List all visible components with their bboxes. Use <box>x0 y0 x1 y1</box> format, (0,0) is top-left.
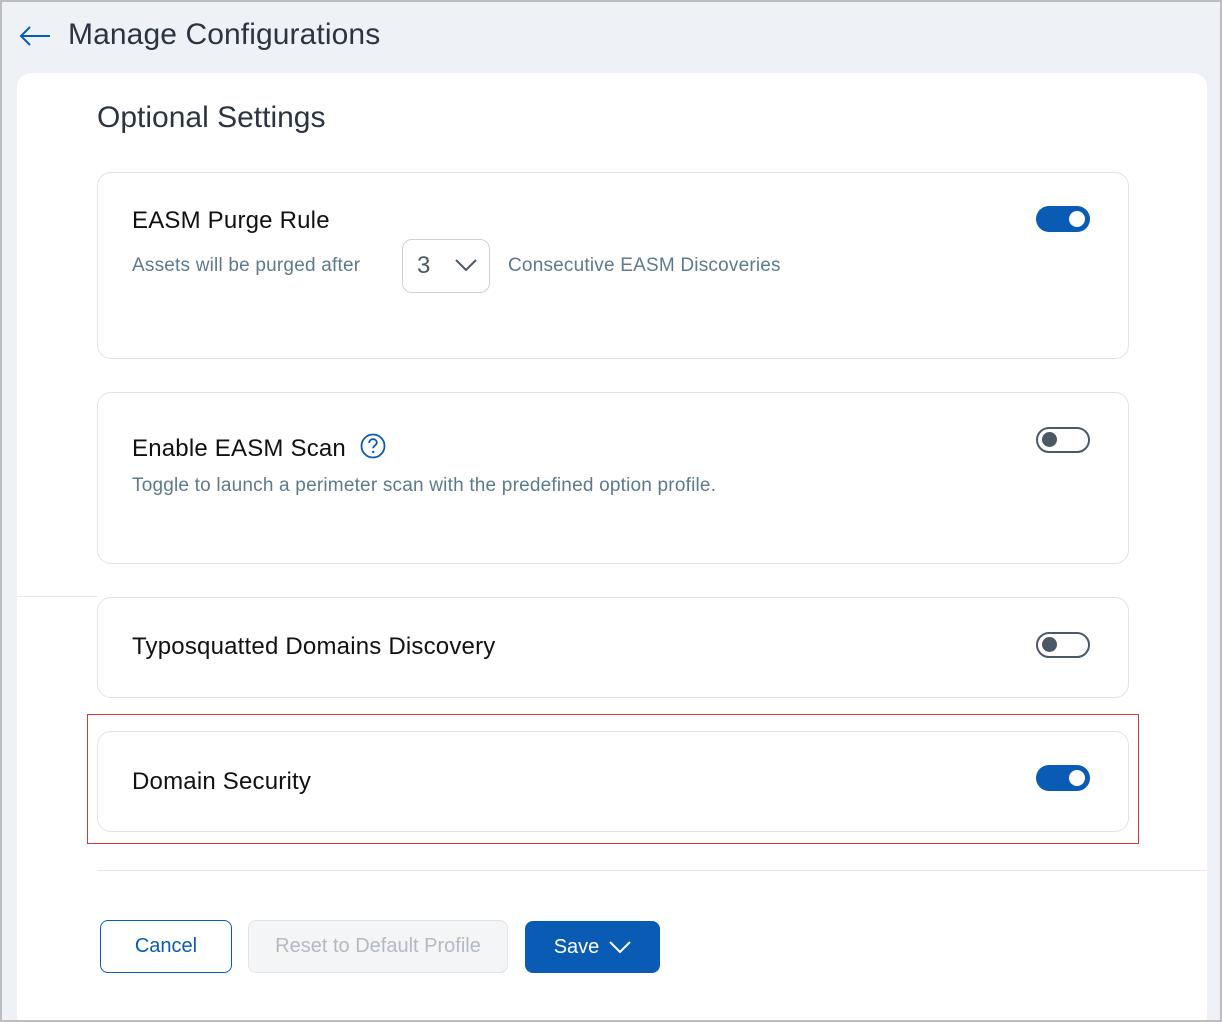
save-label: Save <box>553 935 600 958</box>
typosquatted-toggle[interactable] <box>1036 632 1090 658</box>
toggle-knob <box>1069 211 1085 227</box>
easm-scan-desc: Toggle to launch a perimeter scan with t… <box>132 475 717 496</box>
chevron-down-icon <box>609 941 632 954</box>
purge-rule-desc-suffix: Consecutive EASM Discoveries <box>508 255 781 276</box>
purge-rule-toggle[interactable] <box>1036 206 1090 232</box>
section-title: Optional Settings <box>97 101 326 134</box>
purge-count-value: 3 <box>417 252 431 279</box>
footer-divider <box>97 870 1207 871</box>
app-window: Manage Configurations Optional Settings … <box>0 0 1222 1022</box>
cancel-button[interactable]: Cancel <box>100 920 232 973</box>
settings-panel: Optional Settings EASM Purge Rule Assets… <box>17 73 1207 1020</box>
easm-scan-title: Enable EASM Scan <box>132 435 346 462</box>
divider <box>17 596 97 597</box>
save-button[interactable]: Save <box>525 921 660 973</box>
reset-default-button[interactable]: Reset to Default Profile <box>248 920 508 973</box>
toggle-knob <box>1042 637 1057 652</box>
purge-rule-title: EASM Purge Rule <box>132 207 330 234</box>
toggle-knob <box>1042 432 1057 447</box>
easm-scan-toggle[interactable] <box>1036 427 1090 453</box>
easm-scan-card: Enable EASM Scan Toggle to launch a peri… <box>97 392 1129 564</box>
page-title: Manage Configurations <box>68 18 381 51</box>
question-circle-icon[interactable] <box>360 433 386 459</box>
purge-count-select[interactable]: 3 <box>402 239 490 293</box>
back-button[interactable] <box>18 24 52 48</box>
purge-rule-card: EASM Purge Rule Assets will be purged af… <box>97 172 1129 359</box>
typosquatted-title: Typosquatted Domains Discovery <box>132 633 496 660</box>
chevron-down-icon <box>455 259 477 272</box>
highlight-box <box>87 714 1139 844</box>
typosquatted-card: Typosquatted Domains Discovery <box>97 597 1129 698</box>
purge-rule-desc-prefix: Assets will be purged after <box>132 255 361 276</box>
arrow-left-icon <box>19 26 50 46</box>
page-header: Manage Configurations <box>2 2 1220 72</box>
